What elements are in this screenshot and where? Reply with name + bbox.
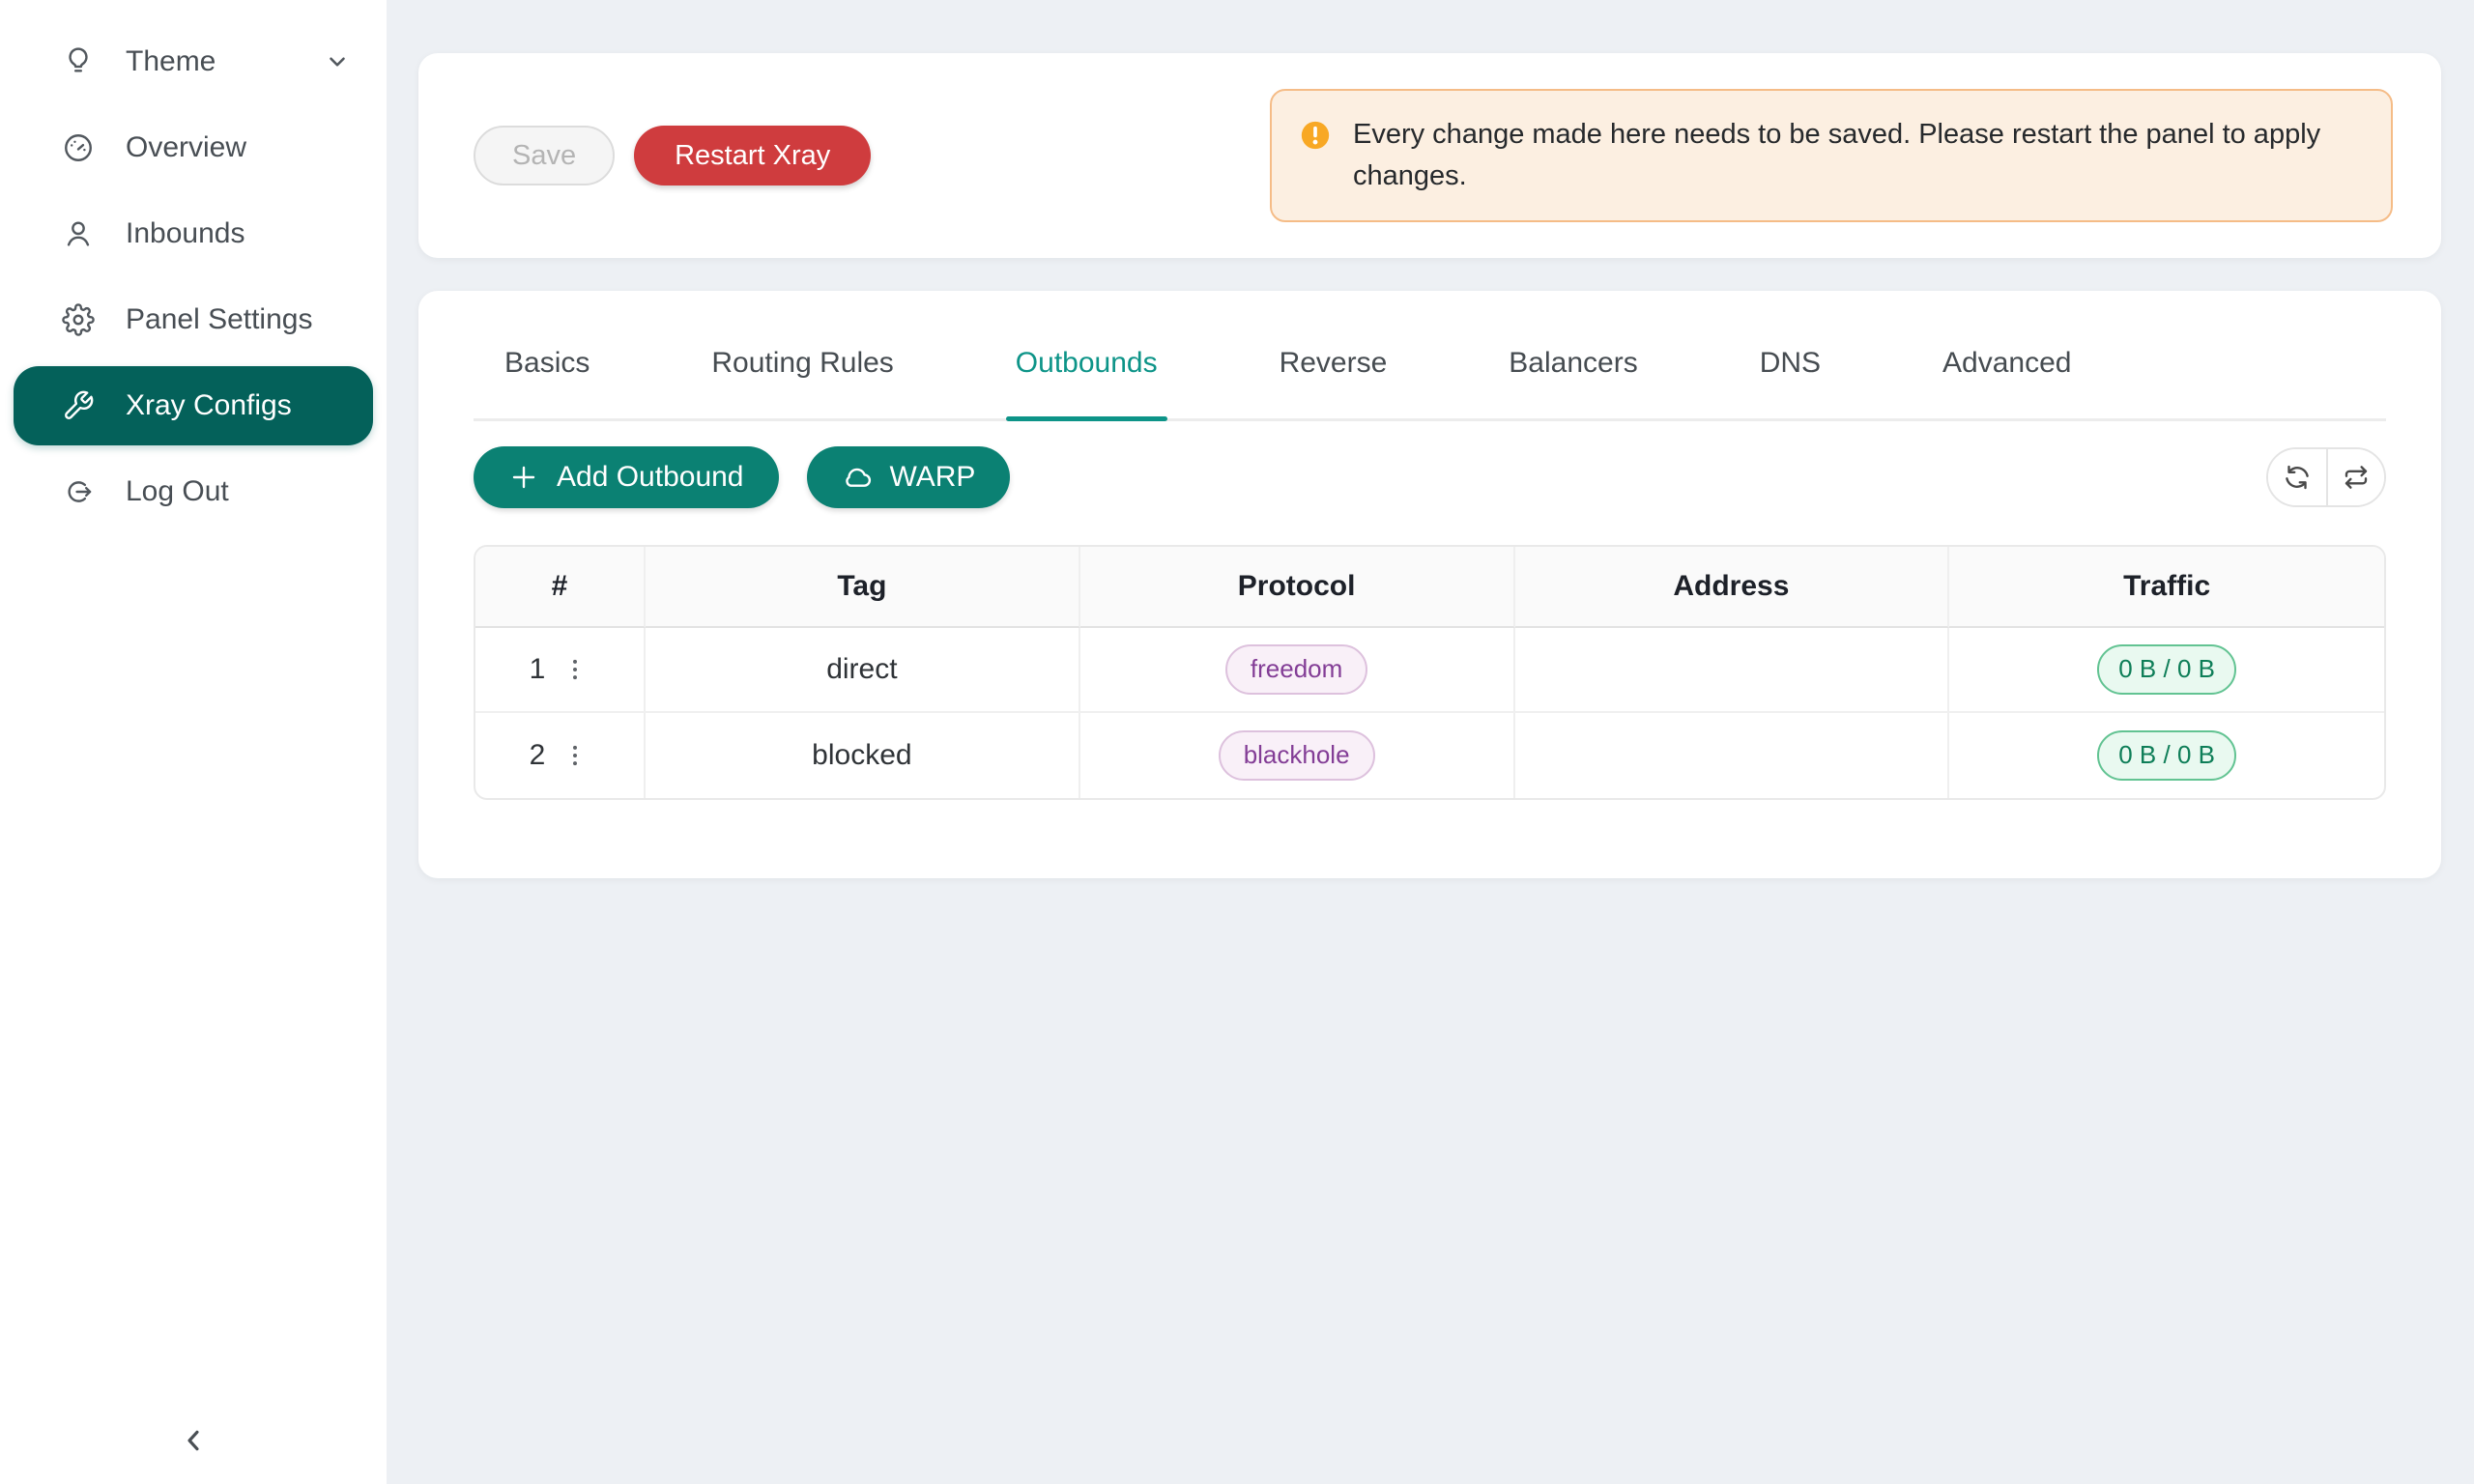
traffic-badge: 0 B / 0 B — [2097, 730, 2236, 780]
save-button[interactable]: Save — [474, 126, 615, 186]
sidebar-item-label: Overview — [126, 131, 246, 164]
chevron-left-icon — [175, 1422, 212, 1459]
table-row: 2 blocked blackhole 0 B / 0 B — [475, 713, 2384, 798]
col-header-protocol: Protocol — [1080, 547, 1515, 628]
sidebar-item-label: Log Out — [126, 475, 229, 508]
restart-xray-button[interactable]: Restart Xray — [634, 126, 871, 186]
sidebar-item-overview[interactable]: Overview — [14, 108, 373, 187]
outbounds-actions-row: Add Outbound WARP — [474, 446, 2386, 508]
outbounds-table: # Tag Protocol Address Traffic 1 — [474, 545, 2386, 800]
restart-warning-alert: Every change made here needs to be saved… — [1270, 89, 2393, 222]
sidebar: Theme Overview Inbounds — [0, 0, 387, 1484]
row-tag: blocked — [646, 713, 1080, 798]
tab-advanced[interactable]: Advanced — [1942, 347, 2071, 418]
sidebar-item-label: Panel Settings — [126, 303, 312, 336]
add-outbound-label: Add Outbound — [557, 461, 744, 494]
row-address — [1515, 713, 1950, 798]
repeat-icon — [2342, 463, 2371, 492]
main-content: Save Restart Xray Every change made here… — [387, 0, 2474, 878]
warp-button[interactable]: WARP — [807, 446, 1011, 508]
xray-configs-card: Basics Routing Rules Outbounds Reverse B… — [418, 291, 2441, 878]
logout-icon — [62, 475, 95, 508]
alert-text: Every change made here needs to be saved… — [1353, 114, 2329, 197]
dashboard-icon — [62, 131, 95, 164]
table-row: 1 direct freedom 0 B / 0 B — [475, 628, 2384, 713]
lightbulb-icon — [62, 45, 95, 78]
sidebar-item-label: Theme — [126, 45, 216, 78]
protocol-badge: blackhole — [1219, 730, 1375, 780]
warp-label: WARP — [890, 461, 976, 494]
sync-icon — [2283, 463, 2312, 492]
row-menu-kebab-icon[interactable] — [561, 655, 590, 684]
col-header-traffic: Traffic — [1949, 547, 2384, 628]
tab-dns[interactable]: DNS — [1760, 347, 1821, 418]
row-address — [1515, 628, 1950, 713]
tab-reverse[interactable]: Reverse — [1280, 347, 1388, 418]
sidebar-item-label: Xray Configs — [126, 389, 292, 422]
cloud-icon — [842, 462, 873, 493]
row-menu-kebab-icon[interactable] — [561, 741, 590, 770]
sidebar-item-inbounds[interactable]: Inbounds — [14, 194, 373, 273]
add-outbound-button[interactable]: Add Outbound — [474, 446, 779, 508]
sync-button[interactable] — [2268, 449, 2326, 505]
gear-icon — [62, 303, 95, 336]
tab-basics[interactable]: Basics — [504, 347, 590, 418]
col-header-index: # — [475, 547, 646, 628]
tab-routing-rules[interactable]: Routing Rules — [711, 347, 893, 418]
col-header-address: Address — [1515, 547, 1950, 628]
sidebar-item-xray-configs[interactable]: Xray Configs — [14, 366, 373, 445]
sidebar-item-log-out[interactable]: Log Out — [14, 452, 373, 531]
sidebar-item-label: Inbounds — [126, 217, 245, 250]
toolbar-card: Save Restart Xray Every change made here… — [418, 53, 2441, 258]
repeat-button[interactable] — [2326, 449, 2384, 505]
traffic-badge: 0 B / 0 B — [2097, 644, 2236, 694]
plus-icon — [508, 462, 539, 493]
sidebar-item-panel-settings[interactable]: Panel Settings — [14, 280, 373, 359]
user-icon — [62, 217, 95, 250]
row-index: 2 — [530, 739, 546, 772]
tab-bar: Basics Routing Rules Outbounds Reverse B… — [474, 291, 2386, 421]
tab-balancers[interactable]: Balancers — [1509, 347, 1637, 418]
tab-outbounds[interactable]: Outbounds — [1016, 347, 1158, 418]
table-header-row: # Tag Protocol Address Traffic — [475, 547, 2384, 628]
row-index: 1 — [530, 653, 546, 686]
chevron-down-icon — [325, 49, 350, 74]
sidebar-item-theme[interactable]: Theme — [14, 22, 373, 101]
warning-icon — [1299, 119, 1332, 152]
wrench-icon — [62, 389, 95, 422]
row-tag: direct — [646, 628, 1080, 713]
sidebar-collapse-button[interactable] — [0, 1422, 387, 1459]
protocol-badge: freedom — [1225, 644, 1367, 694]
col-header-tag: Tag — [646, 547, 1080, 628]
refresh-button-group — [2266, 447, 2386, 507]
